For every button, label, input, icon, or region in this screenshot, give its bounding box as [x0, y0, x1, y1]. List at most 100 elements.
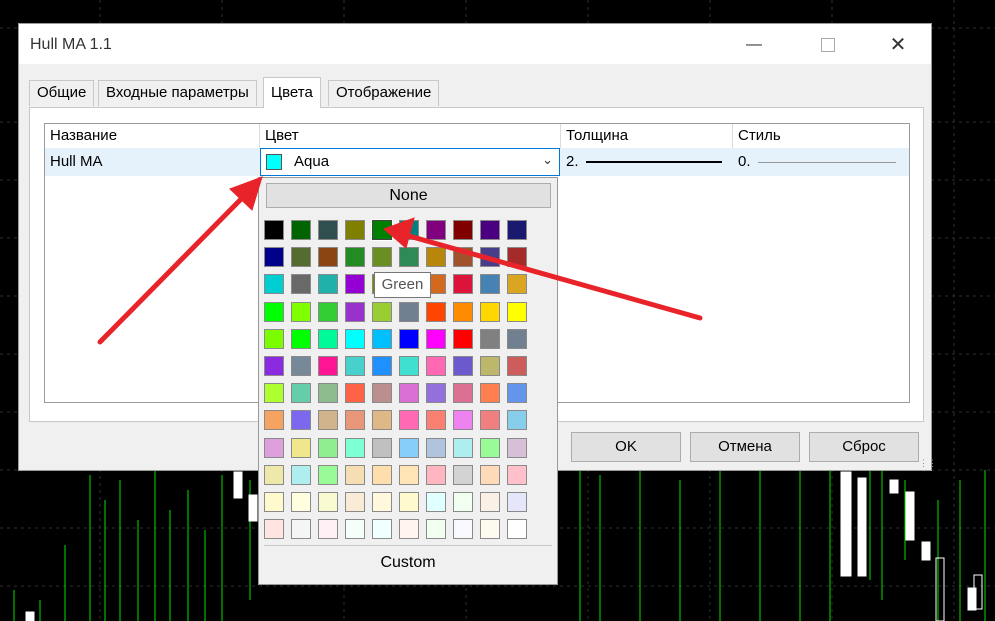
color-swatch[interactable]	[399, 383, 419, 404]
row-style-cell[interactable]: 0.	[733, 148, 909, 176]
color-swatch[interactable]	[291, 274, 311, 295]
color-swatch[interactable]	[372, 356, 392, 376]
color-swatch[interactable]	[480, 247, 500, 268]
color-swatch[interactable]	[426, 356, 446, 376]
color-swatch[interactable]	[399, 301, 419, 322]
color-swatch[interactable]	[426, 220, 446, 240]
color-swatch[interactable]	[399, 328, 419, 349]
color-swatch[interactable]	[318, 328, 338, 349]
color-swatch[interactable]	[480, 301, 500, 322]
color-swatch[interactable]	[372, 301, 392, 322]
color-swatch[interactable]	[453, 492, 473, 512]
color-swatch[interactable]	[453, 410, 473, 431]
color-swatch[interactable]	[399, 437, 419, 458]
color-swatch[interactable]	[453, 437, 473, 458]
color-swatch[interactable]	[480, 328, 500, 349]
color-swatch[interactable]	[264, 328, 284, 349]
color-swatch[interactable]	[453, 247, 473, 268]
color-swatch[interactable]	[291, 301, 311, 322]
color-swatch[interactable]	[345, 220, 365, 240]
color-swatch[interactable]	[480, 356, 500, 376]
color-swatch[interactable]	[426, 519, 446, 540]
none-color-button[interactable]: None	[266, 183, 551, 208]
color-swatch[interactable]	[480, 410, 500, 431]
color-swatch[interactable]	[507, 464, 527, 485]
color-swatch[interactable]	[345, 356, 365, 376]
color-swatch[interactable]	[264, 274, 284, 295]
color-swatch[interactable]	[453, 220, 473, 240]
cancel-button[interactable]: Отмена	[690, 432, 800, 462]
color-swatch[interactable]	[318, 301, 338, 322]
color-swatch[interactable]	[345, 301, 365, 322]
color-swatch[interactable]	[480, 492, 500, 512]
color-swatch[interactable]	[453, 274, 473, 295]
color-swatch[interactable]	[507, 356, 527, 376]
color-swatch[interactable]	[453, 301, 473, 322]
color-swatch[interactable]	[507, 301, 527, 322]
color-swatch[interactable]	[291, 519, 311, 540]
color-swatch[interactable]	[291, 247, 311, 268]
color-swatch[interactable]	[507, 220, 527, 240]
color-swatch[interactable]	[291, 328, 311, 349]
color-swatch[interactable]	[453, 519, 473, 540]
color-swatch[interactable]	[399, 464, 419, 485]
color-swatch[interactable]	[426, 492, 446, 512]
color-swatch[interactable]	[345, 274, 365, 295]
color-swatch[interactable]	[345, 410, 365, 431]
color-swatch[interactable]	[264, 492, 284, 512]
color-swatch[interactable]	[345, 328, 365, 349]
color-swatch[interactable]	[480, 464, 500, 485]
color-swatch[interactable]	[264, 356, 284, 376]
color-swatch[interactable]	[318, 492, 338, 512]
tab-visualization[interactable]: Отображение	[328, 80, 440, 106]
color-swatch[interactable]	[291, 410, 311, 431]
color-swatch[interactable]	[318, 247, 338, 268]
color-swatch[interactable]	[318, 519, 338, 540]
color-swatch[interactable]	[372, 464, 392, 485]
maximize-button[interactable]	[805, 32, 851, 58]
close-button[interactable]: ✕	[875, 32, 921, 58]
color-swatch[interactable]	[426, 410, 446, 431]
color-swatch[interactable]	[264, 410, 284, 431]
color-swatch[interactable]	[318, 437, 338, 458]
color-swatch[interactable]	[399, 220, 419, 240]
color-swatch[interactable]	[399, 519, 419, 540]
color-swatch[interactable]	[318, 410, 338, 431]
color-swatch[interactable]	[507, 274, 527, 295]
color-swatch[interactable]	[507, 383, 527, 404]
color-swatch[interactable]	[426, 301, 446, 322]
color-swatch[interactable]	[399, 247, 419, 268]
reset-button[interactable]: Сброс	[809, 432, 919, 462]
color-swatch[interactable]	[291, 220, 311, 240]
color-swatch[interactable]	[318, 464, 338, 485]
color-swatch[interactable]	[507, 437, 527, 458]
color-swatch[interactable]	[264, 437, 284, 458]
color-swatch[interactable]	[372, 492, 392, 512]
color-swatch[interactable]	[453, 328, 473, 349]
color-swatch[interactable]	[264, 220, 284, 240]
color-swatch[interactable]	[264, 247, 284, 268]
ok-button[interactable]: OK	[571, 432, 681, 462]
color-swatch[interactable]	[426, 437, 446, 458]
color-swatch[interactable]	[318, 356, 338, 376]
title-bar[interactable]: Hull MA 1.1 — ✕	[19, 24, 931, 64]
color-swatch[interactable]	[453, 383, 473, 404]
tab-inputs[interactable]: Входные параметры	[98, 80, 257, 106]
color-swatch[interactable]	[507, 328, 527, 349]
color-swatch[interactable]	[372, 383, 392, 404]
color-swatch[interactable]	[318, 383, 338, 404]
custom-color-button[interactable]: Custom	[259, 554, 557, 572]
color-swatch[interactable]	[426, 328, 446, 349]
tab-general[interactable]: Общие	[29, 80, 95, 106]
color-swatch[interactable]	[426, 383, 446, 404]
row-width-cell[interactable]: 2.	[561, 148, 733, 176]
color-swatch[interactable]	[480, 274, 500, 295]
color-swatch[interactable]	[264, 519, 284, 540]
color-swatch[interactable]	[318, 274, 338, 295]
color-swatch[interactable]	[345, 383, 365, 404]
color-swatch[interactable]	[453, 464, 473, 485]
color-swatch[interactable]	[291, 464, 311, 485]
color-swatch[interactable]	[291, 492, 311, 512]
color-swatch[interactable]	[507, 410, 527, 431]
color-swatch[interactable]	[345, 492, 365, 512]
